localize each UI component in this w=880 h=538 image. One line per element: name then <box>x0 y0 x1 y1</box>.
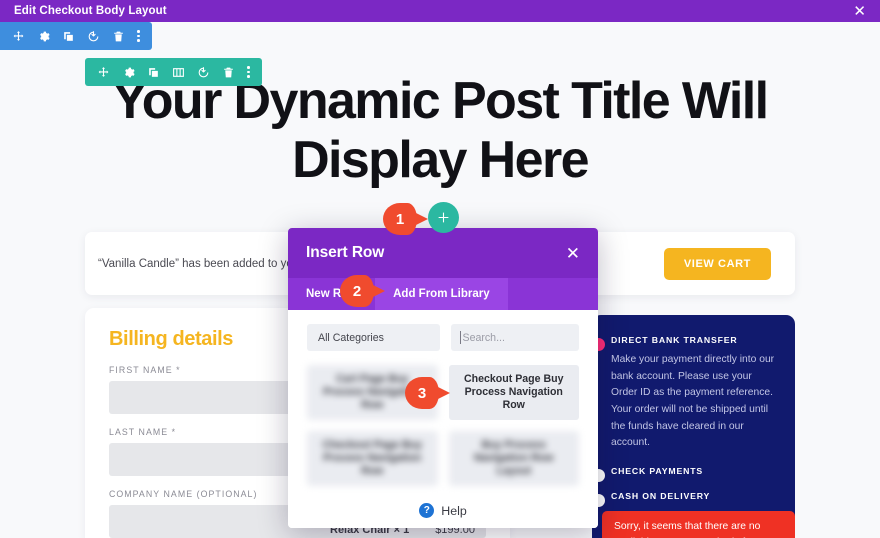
filter-row: All Categories Search... <box>307 324 579 351</box>
trash-icon[interactable] <box>112 30 125 43</box>
marker-number: 1 <box>395 210 405 228</box>
payment-method-name: CASH ON DELIVERY <box>611 491 711 502</box>
callout-marker-1: 1 <box>383 203 429 235</box>
trash-icon[interactable] <box>222 66 235 79</box>
library-item-checkout-page-buy-process-navigation-row[interactable]: Checkout Page Buy Process Navigation Row <box>448 365 579 420</box>
add-row-button[interactable] <box>428 202 459 233</box>
tab-add-from-library[interactable]: Add From Library <box>375 278 508 310</box>
payment-method-name: DIRECT BANK TRANSFER <box>611 335 738 345</box>
duplicate-icon[interactable] <box>147 66 160 79</box>
payment-method-bank-transfer[interactable]: DIRECT BANK TRANSFER Make your payment d… <box>592 335 778 452</box>
view-cart-button[interactable]: VIEW CART <box>663 247 771 280</box>
callout-marker-3: 3 <box>405 377 451 409</box>
more-options-icon[interactable] <box>137 30 140 42</box>
hero-section: Your Dynamic Post Title Will Display Her… <box>0 72 880 190</box>
marker-number: 2 <box>352 282 362 300</box>
row-toolbar[interactable] <box>85 58 262 86</box>
duplicate-icon[interactable] <box>62 30 75 43</box>
search-placeholder: Search... <box>462 331 505 344</box>
category-filter-select[interactable]: All Categories <box>307 324 440 351</box>
gear-icon[interactable] <box>122 66 135 79</box>
callout-marker-2: 2 <box>340 275 386 307</box>
search-input[interactable]: Search... <box>450 324 579 351</box>
marker-number: 3 <box>417 384 427 402</box>
modal-header: Insert Row ✕ <box>288 228 598 278</box>
column-structure-icon[interactable] <box>172 66 185 79</box>
close-icon[interactable]: ✕ <box>849 4 870 19</box>
marker-bubble: 3 <box>405 377 439 409</box>
payment-method-check-payments[interactable]: CHECK PAYMENTS <box>592 466 778 483</box>
payment-method-cash-on-delivery[interactable]: CASH ON DELIVERY <box>592 491 778 508</box>
marker-bubble: 1 <box>383 203 417 235</box>
help-label[interactable]: Help <box>441 504 466 518</box>
modal-title: Insert Row <box>306 244 385 261</box>
question-mark-icon: ? <box>419 503 435 518</box>
close-icon[interactable]: ✕ <box>566 245 580 262</box>
payment-method-name: CHECK PAYMENTS <box>611 466 704 477</box>
payment-method-description: Make your payment directly into our bank… <box>611 354 775 449</box>
category-filter-label: All Categories <box>318 331 384 344</box>
screen-root: Edit Checkout Body Layout ✕ Your Dynamic… <box>0 0 880 538</box>
library-item[interactable]: Checkout Page Buy Process Navigation Row <box>307 431 438 486</box>
text-caret <box>459 331 461 344</box>
marker-bubble: 2 <box>340 275 374 307</box>
payment-error-message: Sorry, it seems that there are no availa… <box>602 511 795 538</box>
move-icon[interactable] <box>12 30 25 43</box>
more-options-icon[interactable] <box>247 66 250 78</box>
admin-bar: Edit Checkout Body Layout ✕ <box>0 0 880 22</box>
plus-icon <box>438 212 449 223</box>
save-to-library-icon[interactable] <box>87 30 100 43</box>
save-to-library-icon[interactable] <box>197 66 210 79</box>
gear-icon[interactable] <box>37 30 50 43</box>
payment-methods-panel: DIRECT BANK TRANSFER Make your payment d… <box>592 315 795 538</box>
section-toolbar[interactable] <box>0 22 152 50</box>
library-item[interactable]: Buy Process Navigation Row Layout <box>448 431 579 486</box>
help-row[interactable]: ? Help <box>307 503 579 518</box>
move-icon[interactable] <box>97 66 110 79</box>
admin-bar-title: Edit Checkout Body Layout <box>14 5 167 17</box>
modal-body: All Categories Search... Cart Page Buy P… <box>288 310 598 528</box>
page-title: Your Dynamic Post Title Will Display Her… <box>112 72 770 189</box>
modal-tabs: New Row Add From Library <box>288 278 598 310</box>
